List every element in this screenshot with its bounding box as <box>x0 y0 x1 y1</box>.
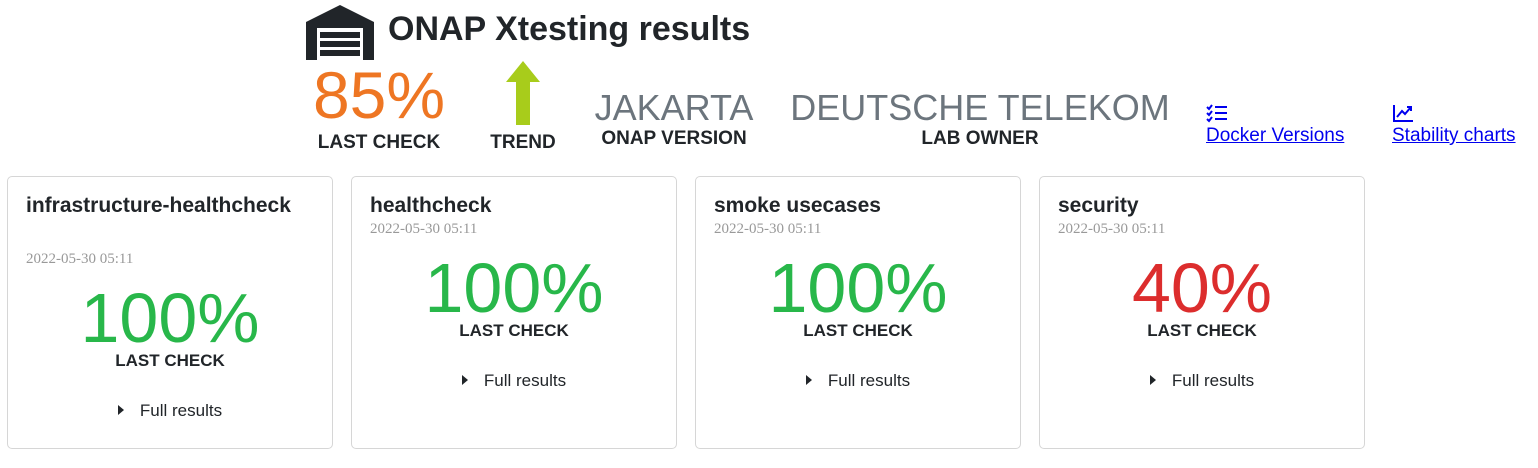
page-title: ONAP Xtesting results <box>388 10 751 48</box>
card-percentage: 40% <box>1131 249 1273 327</box>
card-healthcheck: healthcheck 2022-05-30 05:11 100% LAST C… <box>351 176 677 449</box>
full-results-toggle[interactable]: Full results <box>1040 371 1364 391</box>
card-security: security 2022-05-30 05:11 40% LAST CHECK… <box>1039 176 1365 449</box>
full-results-toggle[interactable]: Full results <box>8 401 332 421</box>
caret-right-icon <box>117 405 124 415</box>
onap-version-label: ONAP VERSION <box>601 128 747 149</box>
docker-versions-link[interactable]: Docker Versions <box>1206 125 1344 146</box>
full-results-label: Full results <box>139 401 223 420</box>
trend-indicator: TREND <box>484 60 562 154</box>
overall-last-check-label: LAST CHECK <box>317 132 441 153</box>
overall-percentage: 85% <box>312 58 446 132</box>
lab-owner: DEUTSCHE TELEKOM LAB OWNER <box>788 90 1172 150</box>
card-percentage: 100% <box>80 279 260 357</box>
card-date: 2022-05-30 05:11 <box>1058 221 1166 237</box>
onap-version-value: JAKARTA <box>594 87 754 128</box>
card-last-check-label: LAST CHECK <box>1147 321 1257 340</box>
card-date: 2022-05-30 05:11 <box>714 221 822 237</box>
results-page: ONAP Xtesting results 85% LAST CHECK TRE… <box>0 0 1538 468</box>
caret-right-icon <box>805 375 812 385</box>
caret-right-icon <box>1149 375 1156 385</box>
full-results-toggle[interactable]: Full results <box>352 371 676 391</box>
card-percentage: 100% <box>424 249 604 327</box>
card-last-check-label: LAST CHECK <box>803 321 913 340</box>
warehouse-icon <box>305 4 375 60</box>
full-results-label: Full results <box>1171 371 1255 390</box>
checklist-icon <box>1206 103 1344 125</box>
card-date: 2022-05-30 05:11 <box>26 251 134 267</box>
card-title: healthcheck <box>370 194 492 217</box>
stability-charts-link-block[interactable]: Stability charts <box>1392 103 1516 147</box>
caret-right-icon <box>461 375 468 385</box>
trend-label: TREND <box>490 132 556 153</box>
lab-owner-value: DEUTSCHE TELEKOM <box>790 87 1170 128</box>
card-percentage: 100% <box>768 249 948 327</box>
card-last-check-label: LAST CHECK <box>115 351 225 370</box>
stability-charts-link[interactable]: Stability charts <box>1392 125 1516 146</box>
overall-last-check: 85% LAST CHECK <box>306 62 452 154</box>
line-chart-icon <box>1392 103 1516 125</box>
full-results-label: Full results <box>827 371 911 390</box>
card-date: 2022-05-30 05:11 <box>370 221 478 237</box>
card-infrastructure-healthcheck: infrastructure-healthcheck 2022-05-30 05… <box>7 176 333 449</box>
lab-owner-label: LAB OWNER <box>921 128 1039 149</box>
card-title: security <box>1058 194 1139 217</box>
arrow-up-icon <box>506 61 540 125</box>
card-smoke-usecases: smoke usecases 2022-05-30 05:11 100% LAS… <box>695 176 1021 449</box>
card-title: smoke usecases <box>714 194 881 217</box>
card-last-check-label: LAST CHECK <box>459 321 569 340</box>
onap-version: JAKARTA ONAP VERSION <box>593 90 755 150</box>
docker-versions-link-block[interactable]: Docker Versions <box>1206 103 1344 147</box>
card-title: infrastructure-healthcheck <box>26 194 291 217</box>
full-results-toggle[interactable]: Full results <box>696 371 1020 391</box>
full-results-label: Full results <box>483 371 567 390</box>
